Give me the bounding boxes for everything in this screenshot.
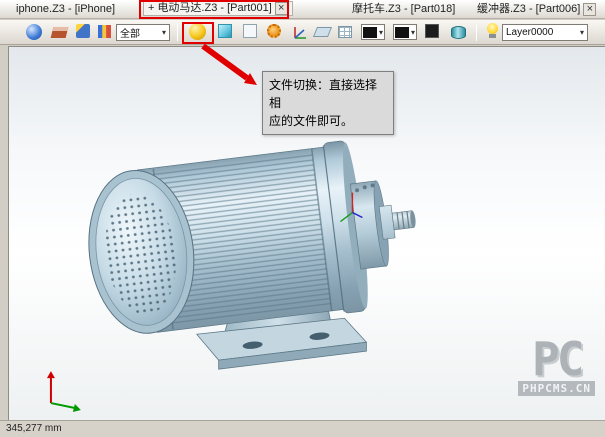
chevron-down-icon: ▾ bbox=[162, 28, 166, 37]
main-toolbar: 全部 ▾ ▾ ▾ Layer0000 ▾ bbox=[0, 20, 605, 45]
tab-label: 缓冲器.Z3 - [Part006] bbox=[477, 2, 580, 17]
watermark-phpcms: PC PHPCMS.CN bbox=[518, 339, 595, 396]
layer-dropdown[interactable]: Layer0000 ▾ bbox=[502, 24, 588, 41]
chevron-down-icon: ▾ bbox=[580, 28, 584, 37]
tab-label: iphone.Z3 - [iPhone] bbox=[16, 2, 115, 17]
tab-motorcycle[interactable]: 摩托车.Z3 - [Part018] bbox=[352, 2, 455, 17]
bulb-base-glyph bbox=[489, 34, 496, 38]
world-triad-icon bbox=[47, 371, 81, 412]
callout-text-line2: 应的文件即可。 bbox=[269, 112, 387, 130]
annotation-callout: 文件切换：直接选择相 应的文件即可。 bbox=[262, 71, 394, 135]
tab-label: 摩托车.Z3 - [Part018] bbox=[352, 2, 455, 17]
modified-indicator: + bbox=[148, 1, 154, 16]
toolbar-separator bbox=[177, 24, 178, 41]
filter-all-dropdown[interactable]: 全部 ▾ bbox=[116, 24, 170, 41]
status-bar: 345,277 mm bbox=[0, 420, 605, 437]
solid-cube-icon[interactable] bbox=[218, 24, 232, 38]
filter-value: 全部 bbox=[120, 25, 140, 40]
tab-iphone[interactable]: iphone.Z3 - [iPhone] bbox=[16, 2, 115, 17]
watermark-logo: PC bbox=[518, 339, 595, 379]
layer-bulb-icon[interactable] bbox=[487, 23, 498, 38]
bulb-glyph bbox=[487, 23, 498, 34]
csys-axes-icon[interactable] bbox=[291, 24, 309, 42]
stats-bars-icon[interactable] bbox=[98, 25, 111, 38]
wireframe-cube-icon[interactable] bbox=[243, 24, 257, 38]
coordinate-readout: 345,277 mm bbox=[6, 423, 62, 434]
gear-icon[interactable] bbox=[267, 24, 281, 38]
layer-value: Layer0000 bbox=[506, 27, 553, 38]
foreground-color-dropdown[interactable]: ▾ bbox=[393, 24, 417, 40]
tab-close-button[interactable]: × bbox=[275, 2, 288, 15]
chevron-down-icon: ▾ bbox=[411, 28, 415, 37]
chevron-down-icon: ▾ bbox=[379, 28, 383, 37]
callout-text-line1: 文件切换：直接选择相 bbox=[269, 76, 387, 112]
eraser-icon[interactable] bbox=[51, 27, 69, 38]
toolbar-separator bbox=[476, 24, 477, 41]
tab-motor-active[interactable]: + 电动马达.Z3 - [Part001] × bbox=[143, 1, 293, 16]
tab-label: 电动马达.Z3 - [Part001] bbox=[157, 1, 271, 16]
datum-plane-icon[interactable] bbox=[313, 27, 332, 37]
background-color-dropdown[interactable]: ▾ bbox=[361, 24, 385, 40]
file-switch-icon[interactable] bbox=[189, 23, 206, 40]
black-swatch bbox=[395, 27, 409, 38]
tab-buffer[interactable]: 缓冲器.Z3 - [Part006] × bbox=[477, 2, 596, 17]
swatch-black-icon[interactable] bbox=[425, 24, 439, 38]
document-tabbar: iphone.Z3 - [iPhone] + 电动马达.Z3 - [Part00… bbox=[0, 0, 605, 19]
black-swatch bbox=[363, 27, 377, 38]
watermark-caption: PHPCMS.CN bbox=[518, 381, 595, 396]
paint-brush-icon[interactable] bbox=[76, 24, 90, 38]
close-document-button[interactable]: × bbox=[583, 3, 596, 16]
motor-foot-plate bbox=[197, 318, 367, 369]
material-cylinder-icon[interactable] bbox=[451, 26, 466, 39]
view-globe-icon[interactable] bbox=[26, 24, 42, 40]
motor-body bbox=[79, 133, 425, 343]
grid-icon[interactable] bbox=[338, 26, 352, 38]
